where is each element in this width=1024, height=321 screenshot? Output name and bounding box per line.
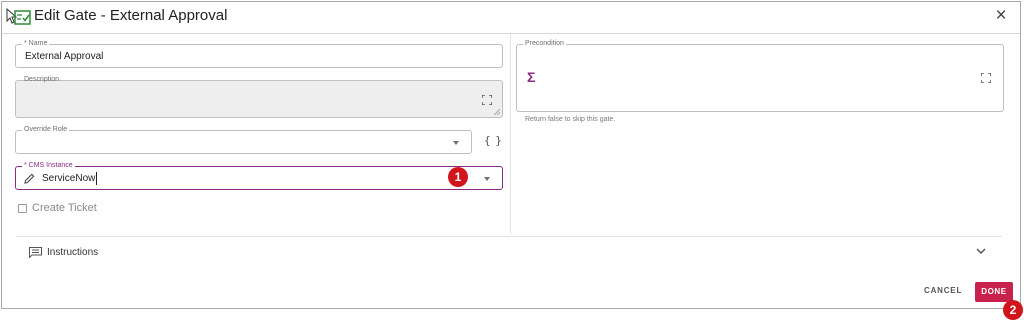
name-label: * Name — [22, 39, 50, 49]
cancel-button[interactable]: CANCEL — [924, 286, 962, 295]
sigma-icon[interactable]: Σ — [527, 69, 535, 85]
description-field[interactable]: Description — [15, 76, 503, 118]
instructions-divider — [16, 236, 1002, 237]
chevron-down-icon[interactable] — [484, 177, 490, 181]
checklist-icon — [6, 8, 31, 25]
step-marker-2: 2 — [1003, 300, 1023, 320]
pencil-icon — [24, 173, 35, 184]
cms-instance-select[interactable]: * CMS Instance ServiceNow — [15, 161, 503, 190]
name-value: External Approval — [25, 51, 104, 62]
expand-icon[interactable] — [482, 95, 492, 105]
expand-icon[interactable] — [981, 73, 991, 83]
instructions-label[interactable]: Instructions — [47, 247, 98, 258]
dialog-title: Edit Gate - External Approval — [34, 7, 228, 24]
chevron-down-icon[interactable] — [976, 248, 986, 255]
precondition-hint: Return false to skip this gate. — [525, 116, 616, 123]
title-divider — [2, 33, 1020, 34]
precondition-label: Precondition — [523, 39, 566, 49]
override-role-label: Override Role — [22, 125, 70, 135]
close-icon[interactable]: × — [992, 6, 1010, 26]
step-marker-1: 1 — [448, 167, 468, 187]
description-label: Description — [24, 76, 60, 83]
text-cursor — [96, 172, 97, 185]
name-field[interactable]: * Name External Approval — [15, 39, 503, 68]
chevron-down-icon[interactable] — [453, 141, 459, 145]
curly-braces-icon[interactable]: { } — [484, 134, 502, 147]
comment-icon — [29, 247, 42, 258]
precondition-editor[interactable]: Precondition Σ — [516, 39, 1004, 112]
done-button[interactable]: DONE — [975, 282, 1013, 302]
resize-grip-icon[interactable] — [493, 108, 500, 115]
dialog-titlebar: Edit Gate - External Approval × — [2, 2, 1020, 32]
cms-instance-label: * CMS Instance — [22, 161, 75, 171]
create-ticket-checkbox[interactable] — [18, 204, 27, 213]
cms-instance-value[interactable]: ServiceNow — [42, 173, 95, 184]
override-role-select[interactable]: Override Role — [15, 125, 472, 154]
create-ticket-label: Create Ticket — [32, 202, 97, 214]
column-divider — [510, 34, 511, 234]
